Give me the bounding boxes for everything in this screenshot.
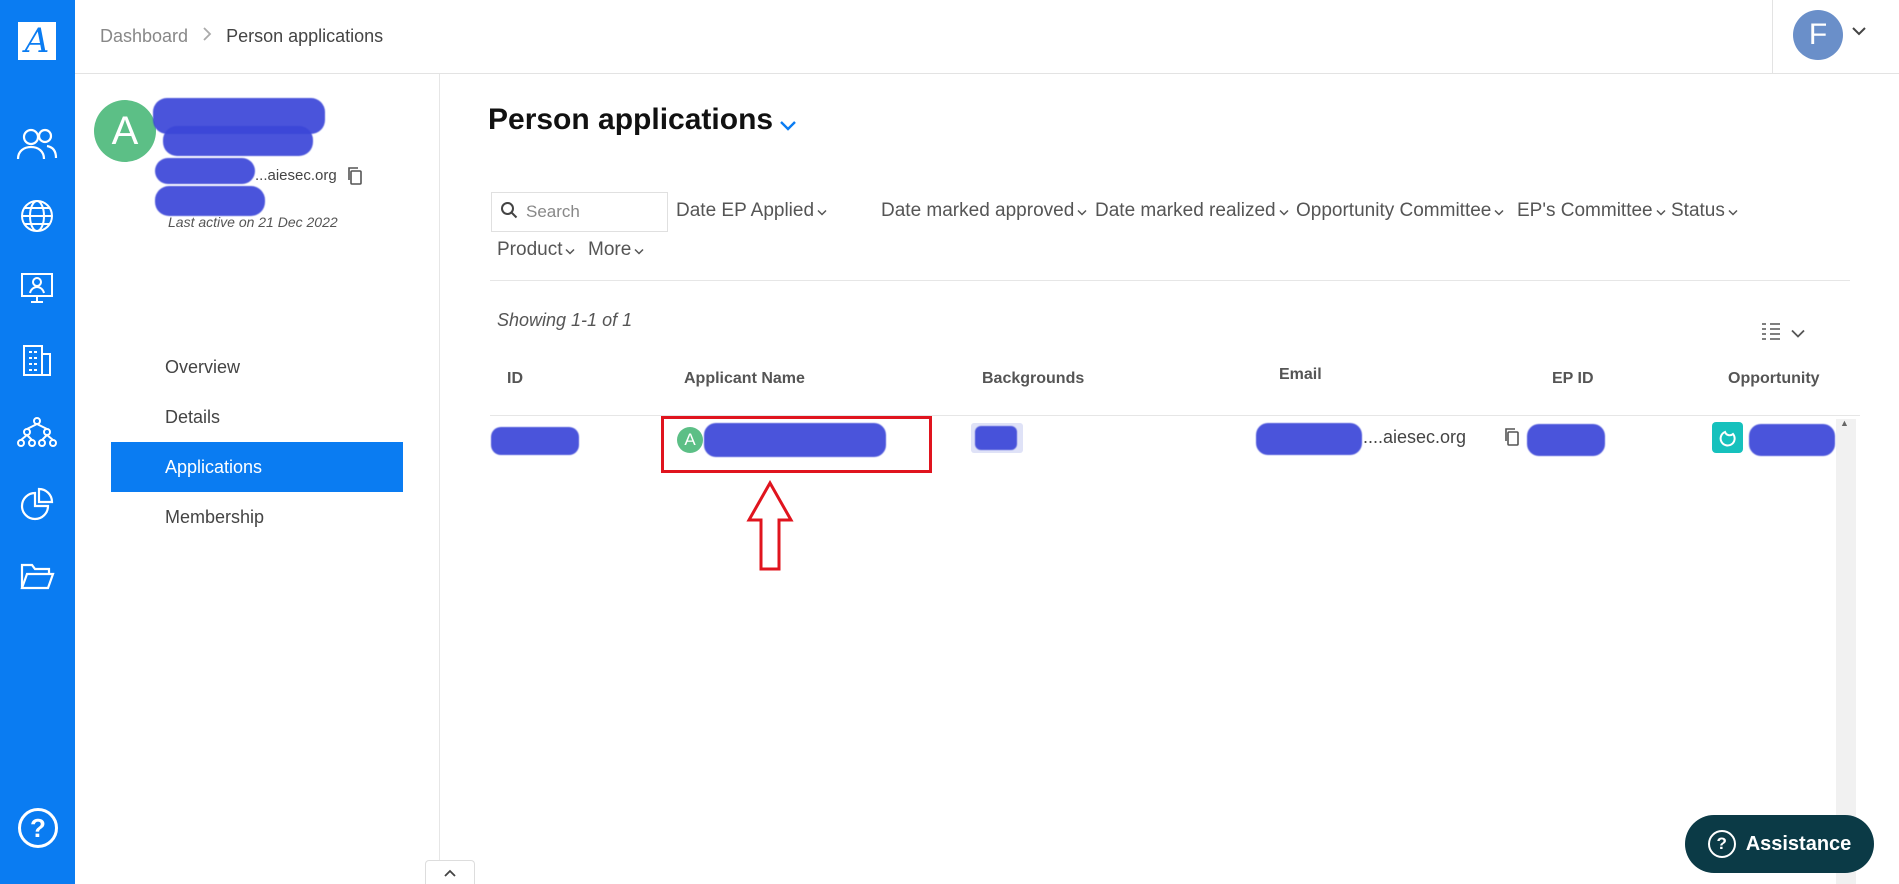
help-icon[interactable]: ? — [18, 808, 58, 848]
page-title: Person applications — [488, 100, 797, 140]
profile-nav: Overview Details Applications Membership — [111, 342, 403, 542]
col-header-email[interactable]: Email — [1279, 366, 1322, 384]
page-title-text: Person applications — [488, 103, 774, 136]
redacted-name-line — [163, 126, 313, 156]
profile-avatar: A — [94, 100, 156, 162]
app-logo[interactable]: A — [18, 22, 56, 60]
redacted-info — [155, 186, 265, 216]
question-icon: ? — [1707, 830, 1736, 858]
left-rail: A ? — [0, 0, 75, 884]
main-content: Person applications Date EP Applied Date… — [441, 74, 1899, 884]
top-bar: Dashboard Person applications F — [75, 0, 1899, 74]
col-header-ep-id[interactable]: EP ID — [1552, 370, 1594, 388]
col-header-id[interactable]: ID — [507, 370, 523, 388]
nav-membership[interactable]: Membership — [111, 492, 403, 542]
org-chart-icon[interactable] — [15, 410, 59, 454]
breadcrumb-current: Person applications — [226, 26, 384, 46]
col-header-applicant-name[interactable]: Applicant Name — [684, 370, 805, 388]
filter-label: Date marked realized — [1095, 200, 1276, 221]
scroll-up-icon[interactable]: ▲ — [1840, 418, 1849, 428]
filter-divider — [490, 280, 1850, 281]
results-count: Showing 1-1 of 1 — [497, 310, 633, 330]
filter-label: More — [588, 239, 632, 260]
chevron-down-icon — [1791, 325, 1805, 343]
redacted-email — [1256, 423, 1362, 455]
globe-icon[interactable] — [15, 194, 59, 238]
user-avatar[interactable]: F — [1793, 10, 1843, 60]
annotation-arrow-icon — [746, 479, 794, 577]
filter-product[interactable]: Product — [497, 239, 576, 261]
filter-label: Status — [1671, 200, 1725, 221]
building-icon[interactable] — [15, 338, 59, 382]
filter-label: Product — [497, 239, 563, 260]
people-icon[interactable] — [15, 122, 59, 166]
nav-applications[interactable]: Applications — [111, 442, 403, 492]
breadcrumb: Dashboard Person applications — [100, 26, 383, 47]
filter-label: Date EP Applied — [676, 200, 815, 221]
search-input[interactable] — [526, 202, 656, 222]
redacted-background — [975, 426, 1017, 450]
row-email: ....aiesec.org — [1363, 427, 1467, 447]
filter-more[interactable]: More — [588, 239, 644, 261]
assistance-button[interactable]: ? Assistance — [1685, 815, 1874, 873]
redacted-opportunity[interactable] — [1749, 424, 1835, 456]
pie-chart-icon[interactable] — [15, 482, 59, 526]
filter-date-ep-applied[interactable]: Date EP Applied — [676, 200, 827, 222]
opportunity-product-icon — [1712, 422, 1743, 453]
redacted-id[interactable] — [491, 427, 579, 455]
column-view-button[interactable] — [1761, 322, 1805, 345]
search-icon — [500, 201, 518, 224]
redacted-email — [155, 158, 255, 184]
redacted-ep-id[interactable] — [1527, 424, 1605, 456]
nav-details[interactable]: Details — [111, 392, 403, 442]
search-box[interactable] — [491, 192, 668, 232]
last-active-text: Last active on 21 Dec 2022 — [168, 214, 338, 230]
col-header-backgrounds[interactable]: Backgrounds — [982, 370, 1084, 388]
col-header-opportunity[interactable]: Opportunity — [1728, 370, 1820, 388]
nav-overview[interactable]: Overview — [111, 342, 403, 392]
breadcrumb-separator-icon — [202, 26, 212, 47]
folder-icon[interactable] — [15, 554, 59, 598]
profile-panel: A ...aiesec.org Last active on 21 Dec 20… — [75, 74, 475, 884]
filter-label: Opportunity Committee — [1296, 200, 1492, 221]
chevron-down-icon[interactable] — [1851, 24, 1867, 42]
topbar-divider — [1772, 0, 1773, 74]
breadcrumb-dashboard[interactable]: Dashboard — [100, 26, 188, 47]
list-columns-icon — [1761, 322, 1781, 345]
profile-email: ...aiesec.org — [255, 167, 337, 184]
filter-date-marked-realized[interactable]: Date marked realized — [1095, 200, 1289, 222]
filter-opportunity-committee[interactable]: Opportunity Committee — [1296, 200, 1504, 222]
title-chevron-down-icon[interactable] — [779, 106, 797, 140]
app-root: A ? Dashboard Person applications F A ..… — [0, 0, 1899, 884]
copy-icon[interactable] — [1503, 427, 1521, 452]
background-chip — [971, 423, 1023, 453]
monitor-person-icon[interactable] — [15, 266, 59, 310]
filter-status[interactable]: Status — [1671, 200, 1738, 222]
copy-icon[interactable] — [346, 166, 364, 191]
filter-date-marked-approved[interactable]: Date marked approved — [881, 200, 1087, 222]
annotation-highlight-box — [661, 416, 932, 473]
assistance-label: Assistance — [1745, 832, 1852, 855]
filter-label: EP's Committee — [1517, 200, 1653, 221]
filter-label: Date marked approved — [881, 200, 1075, 221]
filter-eps-committee[interactable]: EP's Committee — [1517, 200, 1666, 222]
